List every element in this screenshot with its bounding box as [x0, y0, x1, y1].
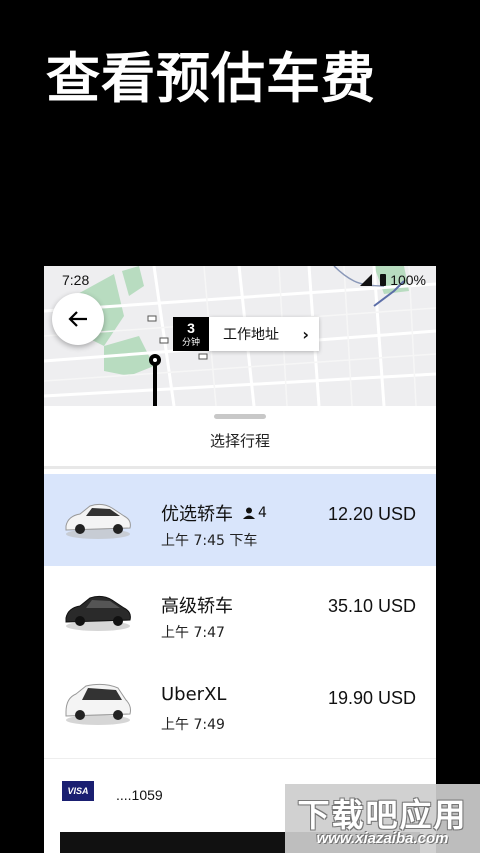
eta-badge: 3 分钟	[173, 317, 209, 351]
sheet-title: 选择行程	[209, 432, 270, 450]
black-sedan-icon	[65, 595, 131, 631]
eta-unit: 分钟	[181, 337, 200, 347]
watermark-url: www.xiazaiba.com	[316, 830, 449, 847]
status-bar: 7:28 100%	[44, 266, 436, 292]
card-number: ....1059	[116, 787, 163, 803]
eta-minutes: 3	[187, 320, 195, 336]
ride-option-uberxl[interactable]: UberXL 上午 7:49 19.90 USD	[44, 658, 436, 750]
ride-time: 上午 7:49	[161, 717, 225, 733]
ride-name: UberXL	[161, 684, 227, 705]
destination-label: 工作地址	[223, 327, 279, 343]
visa-card-icon: VISA	[62, 781, 94, 801]
ride-price: 19.90 USD	[327, 688, 416, 708]
map-view[interactable]: 7:28 100% 3 分钟 工作地址 ›	[44, 266, 436, 406]
arrow-left-icon	[68, 311, 87, 327]
seat-count: 4	[258, 505, 267, 521]
destination-pill[interactable]: 工作地址 ›	[209, 317, 319, 351]
ride-name: 高级轿车	[161, 596, 233, 617]
sheet-handle[interactable]	[214, 414, 266, 419]
ride-price: 12.20 USD	[327, 504, 416, 524]
phone-screen: 7:28 100% 3 分钟 工作地址 › 选择行程 优选轿车 4 上午 7:4…	[44, 266, 436, 853]
ride-option-preferred[interactable]: 优选轿车 4 上午 7:45 下车 12.20 USD	[44, 474, 436, 566]
ride-name-label: 优选轿车	[161, 504, 233, 525]
ride-name: 优选轿车 4	[161, 500, 267, 526]
ride-time: 上午 7:45 下车	[161, 533, 258, 549]
headline: 查看预估车费	[46, 47, 376, 110]
battery-icon	[380, 274, 387, 286]
back-button[interactable]	[52, 293, 104, 345]
chevron-right-icon: ›	[302, 325, 309, 344]
ride-option-premium[interactable]: 高级轿车 上午 7:47 35.10 USD	[44, 566, 436, 658]
ride-seats: 4	[243, 505, 267, 521]
ride-time: 上午 7:47	[161, 625, 225, 641]
watermark: 下载吧应用 www.xiazaiba.com	[285, 784, 480, 853]
battery-percent: 100%	[390, 272, 426, 288]
status-time: 7:28	[62, 272, 90, 288]
person-icon	[243, 507, 255, 519]
divider	[44, 466, 436, 469]
white-sedan-icon	[65, 503, 131, 539]
signal-icon	[360, 274, 373, 286]
ride-price: 35.10 USD	[327, 596, 416, 616]
white-suv-icon	[65, 683, 131, 725]
